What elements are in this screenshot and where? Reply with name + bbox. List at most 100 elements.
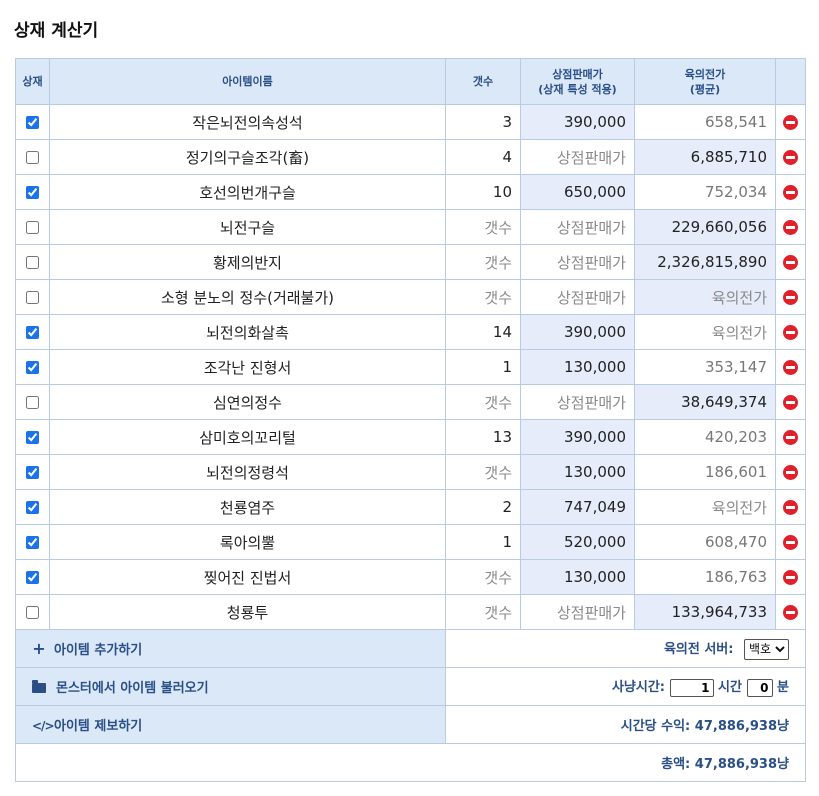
minus-circle-icon[interactable] [783,255,798,270]
shop-price-cell[interactable]: 130,000 [520,559,635,595]
market-price-cell[interactable]: 2,326,815,890 [634,244,776,280]
shop-price-cell[interactable]: 520,000 [520,524,635,560]
minus-circle-icon[interactable] [783,395,798,410]
item-name[interactable]: 록아의뿔 [49,524,446,560]
market-price-cell[interactable]: 658,541 [634,104,776,140]
minus-circle-icon[interactable] [783,325,798,340]
item-name[interactable]: 조각난 진형서 [49,349,446,385]
shop-price-cell[interactable]: 390,000 [520,419,635,455]
qty-cell[interactable]: 1 [445,349,521,385]
select-checkbox[interactable] [26,501,39,514]
minus-circle-icon[interactable] [783,220,798,235]
minutes-input[interactable] [746,678,773,697]
qty-cell[interactable]: 13 [445,419,521,455]
select-checkbox[interactable] [26,186,39,199]
minus-circle-icon[interactable] [783,430,798,445]
market-price-cell[interactable]: 186,763 [634,559,776,595]
shop-price-cell[interactable]: 650,000 [520,174,635,210]
item-name[interactable]: 호선의번개구슬 [49,174,446,210]
item-name[interactable]: 심연의정수 [49,384,446,420]
qty-cell[interactable]: 갯수 [445,559,521,595]
market-price-cell[interactable]: 육의전가 [634,279,776,315]
item-name[interactable]: 찢어진 진법서 [49,559,446,595]
minus-circle-icon[interactable] [783,115,798,130]
minus-circle-icon[interactable] [783,150,798,165]
minus-circle-icon[interactable] [783,185,798,200]
market-price-cell[interactable]: 6,885,710 [634,139,776,175]
select-checkbox[interactable] [26,466,39,479]
shop-price-cell[interactable]: 747,049 [520,489,635,525]
shop-price-cell[interactable]: 130,000 [520,349,635,385]
market-price-cell[interactable]: 133,964,733 [634,594,776,630]
item-name[interactable]: 정기의구슬조각(畜) [49,139,446,175]
qty-cell[interactable]: 1 [445,524,521,560]
minus-circle-icon[interactable] [783,360,798,375]
select-checkbox[interactable] [26,396,39,409]
load-monster-button[interactable]: 몬스터에서 아이템 불러오기 [15,667,446,706]
market-price-cell[interactable]: 229,660,056 [634,209,776,245]
qty-cell[interactable]: 10 [445,174,521,210]
qty-cell[interactable]: 갯수 [445,384,521,420]
minus-circle-icon[interactable] [783,500,798,515]
qty-cell[interactable]: 갯수 [445,594,521,630]
shop-price-cell[interactable]: 상점판매가 [520,279,635,315]
hours-input[interactable] [669,678,714,697]
select-checkbox[interactable] [26,606,39,619]
add-item-button[interactable]: + 아이템 추가하기 [15,629,446,668]
item-name[interactable]: 작은뇌전의속성석 [49,104,446,140]
item-name[interactable]: 소형 분노의 정수(거래불가) [49,279,446,315]
market-price-cell[interactable]: 186,601 [634,454,776,490]
item-name[interactable]: 뇌전의정령석 [49,454,446,490]
qty-cell[interactable]: 갯수 [445,279,521,315]
shop-price-cell[interactable]: 상점판매가 [520,244,635,280]
select-checkbox[interactable] [26,536,39,549]
minus-circle-icon[interactable] [783,535,798,550]
qty-cell[interactable]: 2 [445,489,521,525]
minus-circle-icon[interactable] [783,290,798,305]
item-name[interactable]: 청룡투 [49,594,446,630]
item-name[interactable]: 뇌전의화살촉 [49,314,446,350]
report-item-button[interactable]: </>아이템 제보하기 [15,705,446,744]
shop-price-cell[interactable]: 상점판매가 [520,139,635,175]
select-checkbox[interactable] [26,116,39,129]
market-price-cell[interactable]: 752,034 [634,174,776,210]
select-checkbox[interactable] [26,221,39,234]
item-name[interactable]: 황제의반지 [49,244,446,280]
qty-cell[interactable]: 갯수 [445,244,521,280]
item-name[interactable]: 천룡염주 [49,489,446,525]
server-cell: 육의전 서버: 백호 [445,629,806,668]
select-checkbox[interactable] [26,571,39,584]
market-price-cell[interactable]: 420,203 [634,419,776,455]
minus-circle-icon[interactable] [783,605,798,620]
shop-price-cell[interactable]: 상점판매가 [520,209,635,245]
select-checkbox[interactable] [26,361,39,374]
select-checkbox[interactable] [26,431,39,444]
shop-price-cell[interactable]: 상점판매가 [520,384,635,420]
market-price-value: 608,470 [704,533,767,551]
qty-cell[interactable]: 갯수 [445,209,521,245]
market-price-cell[interactable]: 육의전가 [634,314,776,350]
market-price-cell[interactable]: 608,470 [634,524,776,560]
delete-cell [775,209,806,245]
select-checkbox[interactable] [26,151,39,164]
market-price-cell[interactable]: 육의전가 [634,489,776,525]
item-name[interactable]: 삼미호의꼬리털 [49,419,446,455]
market-price-cell[interactable]: 38,649,374 [634,384,776,420]
select-checkbox[interactable] [26,326,39,339]
select-checkbox[interactable] [26,291,39,304]
shop-price-cell[interactable]: 상점판매가 [520,594,635,630]
delete-cell [775,419,806,455]
shop-price-cell[interactable]: 130,000 [520,454,635,490]
qty-cell[interactable]: 갯수 [445,454,521,490]
market-price-cell[interactable]: 353,147 [634,349,776,385]
qty-cell[interactable]: 4 [445,139,521,175]
select-checkbox[interactable] [26,256,39,269]
shop-price-cell[interactable]: 390,000 [520,104,635,140]
server-select[interactable]: 백호 [744,638,789,660]
item-name[interactable]: 뇌전구슬 [49,209,446,245]
qty-cell[interactable]: 3 [445,104,521,140]
shop-price-cell[interactable]: 390,000 [520,314,635,350]
minus-circle-icon[interactable] [783,465,798,480]
minus-circle-icon[interactable] [783,570,798,585]
qty-cell[interactable]: 14 [445,314,521,350]
